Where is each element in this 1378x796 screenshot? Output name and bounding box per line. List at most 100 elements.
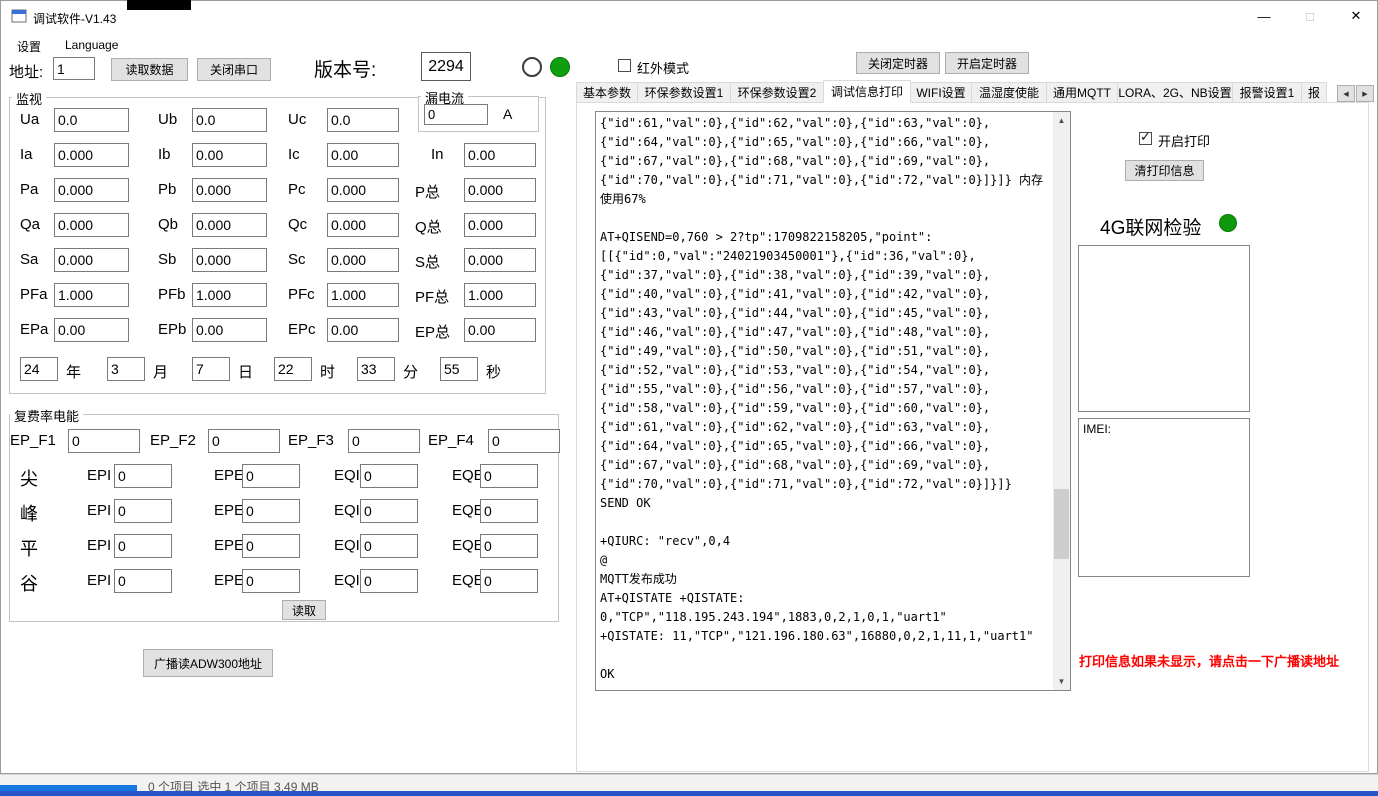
flat-epi-input[interactable] xyxy=(114,534,172,558)
sharp-epe-input[interactable] xyxy=(242,464,300,488)
qc-label: Qc xyxy=(288,216,308,233)
epb-input[interactable] xyxy=(192,318,267,342)
tab-debug-print[interactable]: 调试信息打印 xyxy=(823,80,911,103)
version-value-box: 2294 xyxy=(421,52,471,81)
broadcast-read-adw300-button[interactable]: 广播读ADW300地址 xyxy=(143,649,273,677)
tab-alarm-settings-1[interactable]: 报警设置1 xyxy=(1232,82,1302,103)
pfb-input[interactable] xyxy=(192,283,267,307)
sb-input[interactable] xyxy=(192,248,267,272)
tab-env-params-2[interactable]: 环保参数设置2 xyxy=(730,82,824,103)
pa-label: Pa xyxy=(20,181,39,198)
ic-input[interactable] xyxy=(327,143,399,167)
valley-eqi-input[interactable] xyxy=(360,569,418,593)
menu-language[interactable]: Language xyxy=(59,34,124,56)
day-input[interactable] xyxy=(192,357,230,381)
epf2-input[interactable] xyxy=(208,429,280,453)
pb-input[interactable] xyxy=(192,178,267,202)
flat-epe-input[interactable] xyxy=(242,534,300,558)
tab-temp-humidity[interactable]: 温湿度使能 xyxy=(971,82,1047,103)
peak-eqi-input[interactable] xyxy=(360,499,418,523)
s-total-input[interactable] xyxy=(464,248,536,272)
tab-scroll-left-button[interactable]: ◀ xyxy=(1337,85,1355,102)
debug-output-box[interactable]: {"id":61,"val":0},{"id":62,"val":0},{"id… xyxy=(595,111,1071,691)
epf4-input[interactable] xyxy=(488,429,560,453)
valley-epi-input[interactable] xyxy=(114,569,172,593)
network-status-light xyxy=(1219,214,1237,232)
imei-box[interactable]: IMEI: xyxy=(1078,418,1250,577)
ib-input[interactable] xyxy=(192,143,267,167)
maximize-button[interactable]: □ xyxy=(1287,1,1333,31)
pa-input[interactable] xyxy=(54,178,129,202)
sa-input[interactable] xyxy=(54,248,129,272)
ia-input[interactable] xyxy=(54,143,129,167)
close-timer-button[interactable]: 关闭定时器 xyxy=(856,52,940,74)
p-total-input[interactable] xyxy=(464,178,536,202)
scroll-up-button[interactable]: ▲ xyxy=(1053,112,1070,129)
ep-total-input[interactable] xyxy=(464,318,536,342)
tab-basic-params[interactable]: 基本参数 xyxy=(576,82,638,103)
valley-epe-input[interactable] xyxy=(242,569,300,593)
print-enable-checkbox[interactable] xyxy=(1139,129,1152,145)
minimize-button[interactable]: — xyxy=(1241,1,1287,31)
read-data-button[interactable]: 读取数据 xyxy=(111,58,188,81)
menu-settings[interactable]: 设置 xyxy=(11,34,47,59)
valley-eqe-input[interactable] xyxy=(480,569,538,593)
pf-total-input[interactable] xyxy=(464,283,536,307)
monitor-row: EPa EPb EPc EP总 xyxy=(10,318,545,342)
qb-input[interactable] xyxy=(192,213,267,237)
tab-clipped[interactable]: 报 xyxy=(1301,82,1327,103)
in-label: In xyxy=(431,146,444,163)
ua-input[interactable] xyxy=(54,108,129,132)
minute-input[interactable] xyxy=(357,357,395,381)
tab-env-params-1[interactable]: 环保参数设置1 xyxy=(637,82,731,103)
flat-eqe-input[interactable] xyxy=(480,534,538,558)
tab-wifi-settings[interactable]: WIFI设置 xyxy=(910,82,972,103)
ub-input[interactable] xyxy=(192,108,267,132)
debug-scrollbar[interactable]: ▲ ▼ xyxy=(1053,112,1070,690)
title-bar: 调试软件-V1.43 — □ ✕ xyxy=(1,1,1377,31)
address-input[interactable] xyxy=(53,57,95,80)
scroll-down-button[interactable]: ▼ xyxy=(1053,673,1070,690)
open-timer-button[interactable]: 开启定时器 xyxy=(945,52,1029,74)
pc-input[interactable] xyxy=(327,178,399,202)
epf3-input[interactable] xyxy=(348,429,420,453)
tab-mqtt[interactable]: 通用MQTT xyxy=(1046,82,1118,103)
peak-eqe-input[interactable] xyxy=(480,499,538,523)
close-serial-button[interactable]: 关闭串口 xyxy=(197,58,271,81)
pfc-input[interactable] xyxy=(327,283,399,307)
qa-input[interactable] xyxy=(54,213,129,237)
peak-epe-input[interactable] xyxy=(242,499,300,523)
year-input[interactable] xyxy=(20,357,58,381)
uc-input[interactable] xyxy=(327,108,399,132)
leakage-current-input[interactable] xyxy=(424,104,488,125)
monitor-row: Pa Pb Pc P总 xyxy=(10,178,545,202)
scrollbar-thumb[interactable] xyxy=(1054,489,1069,559)
clear-print-button[interactable]: 清打印信息 xyxy=(1125,160,1204,181)
tab-scroll-right-button[interactable]: ▶ xyxy=(1356,85,1374,102)
pb-label: Pb xyxy=(158,181,177,198)
epf1-input[interactable] xyxy=(68,429,140,453)
network-check-output-box[interactable] xyxy=(1078,245,1250,412)
q-total-input[interactable] xyxy=(464,213,536,237)
in-input[interactable] xyxy=(464,143,536,167)
sharp-eqe-input[interactable] xyxy=(480,464,538,488)
second-input[interactable] xyxy=(440,357,478,381)
sharp-eqi-input[interactable] xyxy=(360,464,418,488)
ia-label: Ia xyxy=(20,146,33,163)
infrared-mode-checkbox[interactable] xyxy=(618,59,631,72)
peak-epi-input[interactable] xyxy=(114,499,172,523)
sc-input[interactable] xyxy=(327,248,399,272)
hour-input[interactable] xyxy=(274,357,312,381)
tariff-read-button[interactable]: 读取 xyxy=(282,600,326,620)
qb-label: Qb xyxy=(158,216,179,233)
epa-input[interactable] xyxy=(54,318,129,342)
epc-input[interactable] xyxy=(327,318,399,342)
eqi-label: EQI xyxy=(334,537,360,554)
pfa-input[interactable] xyxy=(54,283,129,307)
flat-eqi-input[interactable] xyxy=(360,534,418,558)
sharp-epi-input[interactable] xyxy=(114,464,172,488)
tab-lora-2g-nb[interactable]: LORA、2G、NB设置 xyxy=(1117,82,1233,103)
close-button[interactable]: ✕ xyxy=(1333,1,1378,31)
month-input[interactable] xyxy=(107,357,145,381)
qc-input[interactable] xyxy=(327,213,399,237)
